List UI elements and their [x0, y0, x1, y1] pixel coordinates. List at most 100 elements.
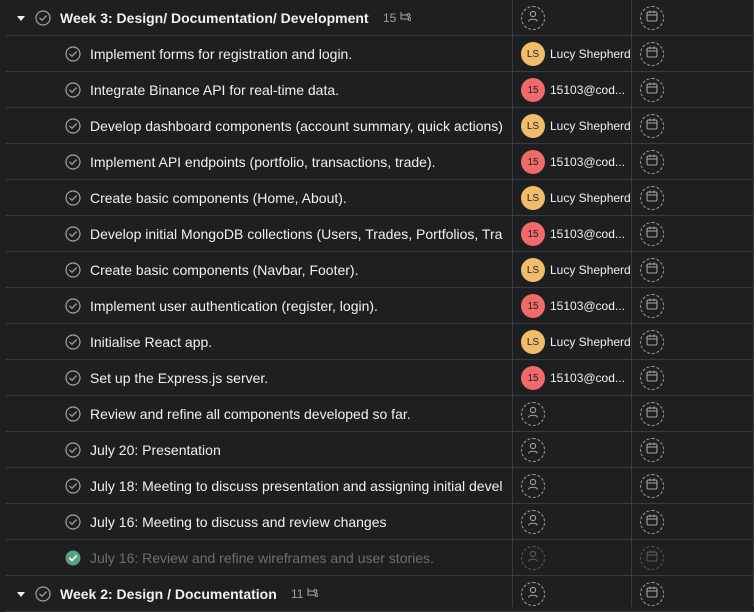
check-circle-icon[interactable]: [65, 262, 81, 278]
due-date-cell[interactable]: [640, 540, 664, 576]
task-name[interactable]: Create basic components (Navbar, Footer)…: [90, 262, 503, 278]
task-name[interactable]: Implement user authentication (register,…: [90, 298, 503, 314]
assignee-cell[interactable]: [513, 468, 631, 504]
check-circle-icon[interactable]: [65, 118, 81, 134]
check-circle-icon[interactable]: [65, 406, 81, 422]
due-date-cell[interactable]: [640, 432, 664, 468]
assignee-cell[interactable]: LS Lucy Shepherd: [513, 108, 631, 144]
task-name[interactable]: Develop dashboard components (account su…: [90, 118, 503, 134]
task-row[interactable]: Implement API endpoints (portfolio, tran…: [0, 144, 754, 180]
due-date-button[interactable]: [640, 330, 664, 354]
task-name[interactable]: Integrate Binance API for real-time data…: [90, 82, 503, 98]
chevron-down-icon[interactable]: [15, 12, 27, 24]
task-name[interactable]: Implement API endpoints (portfolio, tran…: [90, 154, 503, 170]
due-date-button[interactable]: [640, 402, 664, 426]
check-circle-icon[interactable]: [65, 226, 81, 242]
assignee-cell[interactable]: 15 15103@cod...: [513, 288, 631, 324]
task-name[interactable]: July 16: Meeting to discuss and review c…: [90, 514, 503, 530]
assignee-cell[interactable]: 15 15103@cod...: [513, 144, 631, 180]
due-date-cell[interactable]: [640, 396, 664, 432]
assignee-cell[interactable]: LS Lucy Shepherd: [513, 36, 631, 72]
due-date-button[interactable]: [640, 510, 664, 534]
check-circle-icon[interactable]: [35, 586, 51, 602]
assignee-cell[interactable]: LS Lucy Shepherd: [513, 324, 631, 360]
assignee-cell[interactable]: [513, 540, 631, 576]
task-row[interactable]: Develop initial MongoDB collections (Use…: [0, 216, 754, 252]
due-date-button[interactable]: [640, 582, 664, 606]
check-circle-icon[interactable]: [65, 190, 81, 206]
due-date-cell[interactable]: [640, 0, 664, 36]
check-circle-icon[interactable]: [65, 370, 81, 386]
task-row[interactable]: July 16: Meeting to discuss and review c…: [0, 504, 754, 540]
assignee-cell[interactable]: [513, 0, 631, 36]
section-title[interactable]: Week 3: Design/ Documentation/ Developme…: [60, 10, 369, 26]
assignee-button[interactable]: [521, 582, 545, 606]
task-name[interactable]: Set up the Express.js server.: [90, 370, 503, 386]
due-date-button[interactable]: [640, 186, 664, 210]
task-row[interactable]: Review and refine all components develop…: [0, 396, 754, 432]
chevron-down-icon[interactable]: [15, 588, 27, 600]
task-row[interactable]: Set up the Express.js server. 15 15103@cod…: [0, 360, 754, 396]
assignee-cell[interactable]: 15 15103@cod...: [513, 72, 631, 108]
due-date-cell[interactable]: [640, 108, 664, 144]
due-date-cell[interactable]: [640, 36, 664, 72]
task-name[interactable]: Initialise React app.: [90, 334, 503, 350]
assignee-cell[interactable]: [513, 504, 631, 540]
due-date-button[interactable]: [640, 474, 664, 498]
task-row[interactable]: Integrate Binance API for real-time data…: [0, 72, 754, 108]
due-date-cell[interactable]: [640, 288, 664, 324]
due-date-button[interactable]: [640, 114, 664, 138]
task-row[interactable]: July 16: Review and refine wireframes an…: [0, 540, 754, 576]
check-circle-icon[interactable]: [65, 298, 81, 314]
check-circle-icon[interactable]: [65, 334, 81, 350]
assignee-cell[interactable]: 15 15103@cod...: [513, 360, 631, 396]
task-name[interactable]: July 16: Review and refine wireframes an…: [90, 550, 503, 566]
due-date-cell[interactable]: [640, 468, 664, 504]
task-name[interactable]: Implement forms for registration and log…: [90, 46, 503, 62]
assignee-button[interactable]: [521, 546, 545, 570]
check-circle-icon[interactable]: [65, 514, 81, 530]
check-circle-icon[interactable]: [65, 550, 81, 566]
check-circle-icon[interactable]: [65, 46, 81, 62]
task-row[interactable]: Implement user authentication (register,…: [0, 288, 754, 324]
assignee-button[interactable]: [521, 510, 545, 534]
task-name[interactable]: Create basic components (Home, About).: [90, 190, 503, 206]
assignee-button[interactable]: [521, 402, 545, 426]
due-date-button[interactable]: [640, 6, 664, 30]
due-date-button[interactable]: [640, 42, 664, 66]
assignee-button[interactable]: [521, 6, 545, 30]
task-name[interactable]: Review and refine all components develop…: [90, 406, 503, 422]
check-circle-icon[interactable]: [35, 10, 51, 26]
task-row[interactable]: July 18: Meeting to discuss presentation…: [0, 468, 754, 504]
due-date-button[interactable]: [640, 546, 664, 570]
due-date-button[interactable]: [640, 78, 664, 102]
due-date-cell[interactable]: [640, 360, 664, 396]
assignee-button[interactable]: [521, 438, 545, 462]
due-date-button[interactable]: [640, 150, 664, 174]
due-date-button[interactable]: [640, 438, 664, 462]
task-row[interactable]: Create basic components (Navbar, Footer)…: [0, 252, 754, 288]
task-row[interactable]: Initialise React app. LS Lucy Shepherd: [0, 324, 754, 360]
section-title[interactable]: Week 2: Design / Documentation: [60, 586, 277, 602]
check-circle-icon[interactable]: [65, 442, 81, 458]
due-date-button[interactable]: [640, 366, 664, 390]
check-circle-icon[interactable]: [65, 154, 81, 170]
due-date-cell[interactable]: [640, 144, 664, 180]
task-name[interactable]: July 20: Presentation: [90, 442, 503, 458]
due-date-button[interactable]: [640, 258, 664, 282]
task-row[interactable]: Implement forms for registration and log…: [0, 36, 754, 72]
assignee-cell[interactable]: 15 15103@cod...: [513, 216, 631, 252]
task-row[interactable]: Develop dashboard components (account su…: [0, 108, 754, 144]
due-date-cell[interactable]: [640, 504, 664, 540]
due-date-cell[interactable]: [640, 216, 664, 252]
due-date-cell[interactable]: [640, 324, 664, 360]
task-name[interactable]: Develop initial MongoDB collections (Use…: [90, 226, 503, 242]
task-row[interactable]: Create basic components (Home, About). LS…: [0, 180, 754, 216]
due-date-button[interactable]: [640, 222, 664, 246]
check-circle-icon[interactable]: [65, 82, 81, 98]
section-header[interactable]: Week 3: Design/ Documentation/ Developme…: [0, 0, 754, 36]
assignee-cell[interactable]: LS Lucy Shepherd: [513, 180, 631, 216]
due-date-cell[interactable]: [640, 72, 664, 108]
due-date-cell[interactable]: [640, 180, 664, 216]
due-date-cell[interactable]: [640, 252, 664, 288]
